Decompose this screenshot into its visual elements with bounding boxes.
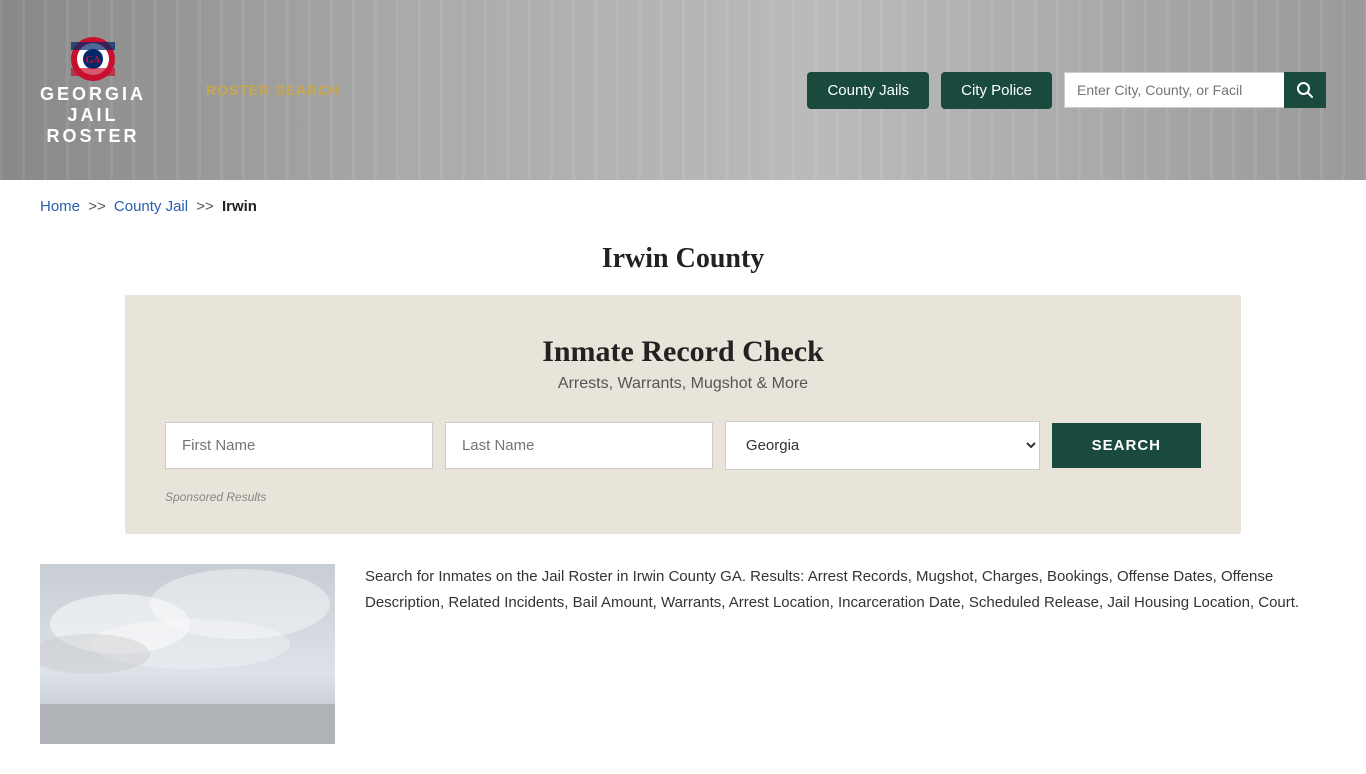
record-check-subtitle: Arrests, Warrants, Mugshot & More [165, 375, 1201, 393]
sponsored-label: Sponsored Results [165, 490, 1201, 504]
svg-text:GA: GA [86, 55, 102, 66]
breadcrumb-sep-1: >> [88, 198, 106, 215]
county-jails-button[interactable]: County Jails [807, 72, 929, 109]
header-search-bar [1064, 72, 1326, 108]
header-search-input[interactable] [1064, 72, 1284, 108]
header: GA GEORGIA JAIL ROSTER ROSTER SEARCH Cou… [0, 0, 1366, 180]
roster-search-nav[interactable]: ROSTER SEARCH [206, 82, 340, 98]
bottom-image-inner [40, 564, 335, 744]
logo-text-jail: JAIL [68, 105, 119, 126]
bottom-image-svg [40, 564, 335, 744]
header-content: GA GEORGIA JAIL ROSTER ROSTER SEARCH Cou… [0, 0, 1366, 180]
bottom-description: Search for Inmates on the Jail Roster in… [365, 564, 1326, 615]
first-name-input[interactable] [165, 422, 433, 469]
header-search-button[interactable] [1284, 72, 1326, 108]
city-police-button[interactable]: City Police [941, 72, 1052, 109]
search-icon [1296, 81, 1314, 99]
logo[interactable]: GA GEORGIA JAIL ROSTER [40, 34, 146, 147]
page-title: Irwin County [0, 243, 1366, 275]
search-record-button[interactable]: SEARCH [1052, 423, 1201, 468]
breadcrumb-county-jail[interactable]: County Jail [114, 198, 188, 215]
record-check-form: AlabamaAlaskaArizonaArkansasCaliforniaCo… [165, 421, 1201, 470]
record-check-box: Inmate Record Check Arrests, Warrants, M… [125, 295, 1241, 534]
logo-text-roster: ROSTER [47, 126, 140, 147]
state-select[interactable]: AlabamaAlaskaArizonaArkansasCaliforniaCo… [725, 421, 1040, 470]
bottom-section: Search for Inmates on the Jail Roster in… [0, 534, 1366, 774]
breadcrumb: Home >> County Jail >> Irwin [0, 180, 1366, 233]
breadcrumb-sep-2: >> [196, 198, 214, 215]
last-name-input[interactable] [445, 422, 713, 469]
record-check-title: Inmate Record Check [165, 335, 1201, 369]
bottom-image [40, 564, 335, 744]
breadcrumb-current: Irwin [222, 198, 257, 215]
header-right: County Jails City Police [807, 72, 1326, 109]
breadcrumb-home[interactable]: Home [40, 198, 80, 215]
logo-text-georgia: GEORGIA [40, 84, 146, 105]
georgia-flag-icon: GA [68, 34, 118, 84]
